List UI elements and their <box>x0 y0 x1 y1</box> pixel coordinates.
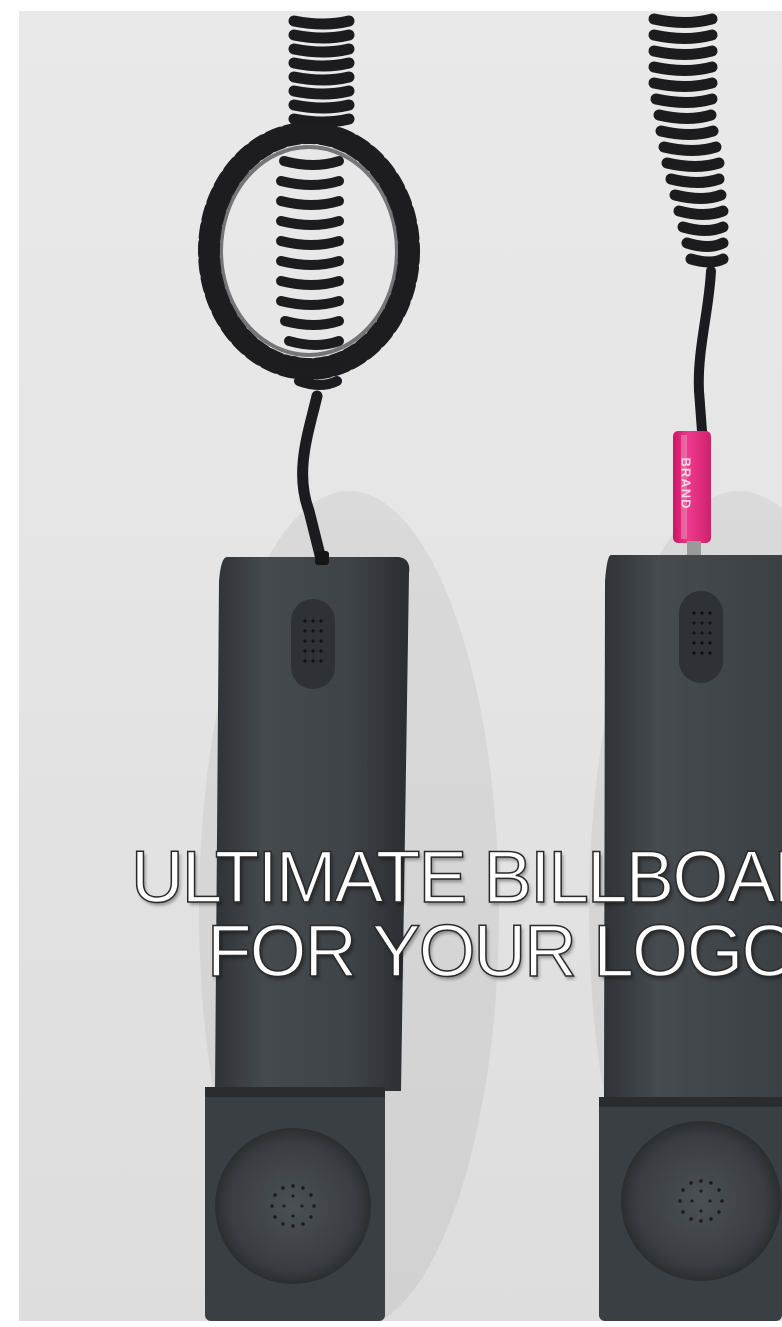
billboard-photo: BRAND ULTIMATE BILLBOARD FOR YOUR LOGO <box>19 11 782 1321</box>
brand-tag-label: BRAND <box>678 457 694 509</box>
brand-tag: BRAND <box>674 433 698 533</box>
phone-handsets-illustration <box>198 13 782 1321</box>
headline-line-2: FOR YOUR LOGO <box>206 911 782 992</box>
headline-line-1: ULTIMATE BILLBOARD <box>130 837 782 918</box>
left-cord <box>198 15 420 565</box>
billboard-headline: ULTIMATE BILLBOARD FOR YOUR LOGO <box>19 837 782 992</box>
